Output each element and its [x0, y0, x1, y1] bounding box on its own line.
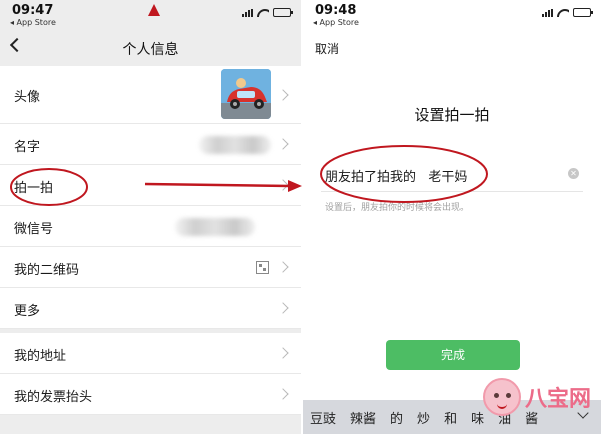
qr-code-icon — [256, 261, 269, 274]
keyboard-candidate[interactable]: 炒 — [410, 408, 437, 427]
pat-hint-text: 设置后，朋友拍你的时候将会出现。 — [325, 203, 470, 213]
profile-row-wechat-id[interactable]: 微信号 — [0, 206, 301, 247]
profile-row-pat[interactable]: 拍一拍 — [0, 165, 301, 206]
right-screen: 09:48 ◂ App Store 取消 设置拍一拍 朋友拍了拍我的 老干妈 ✕… — [303, 0, 601, 434]
row-label: 我的二维码 — [14, 263, 80, 278]
avatar-car-image — [221, 69, 271, 119]
wifi-icon — [257, 9, 269, 17]
row-label: 拍一拍 — [14, 181, 54, 196]
back-to-app-store-link[interactable]: ◂ App Store — [10, 18, 56, 27]
status-icons — [242, 8, 293, 17]
chevron-right-icon — [277, 302, 289, 314]
chevron-right-icon — [277, 179, 289, 191]
done-button[interactable]: 完成 — [386, 340, 520, 370]
status-icons — [542, 8, 593, 17]
status-bar: 09:48 ◂ App Store — [303, 0, 601, 30]
profile-list: 头像 名字 拍一拍 微信号 我的二维码 更多 — [0, 66, 301, 329]
status-time: 09:48 — [315, 3, 357, 18]
keyboard-candidate[interactable]: 辣酱 — [343, 408, 383, 427]
pat-text-value: 朋友拍了拍我的 老干妈 — [325, 170, 468, 185]
cancel-button[interactable]: 取消 — [315, 40, 339, 57]
keyboard-candidate[interactable]: 和 — [437, 408, 464, 427]
avatar — [221, 69, 271, 119]
status-bar: 09:47 ◂ App Store — [0, 0, 301, 30]
keyboard-candidate[interactable]: 的 — [383, 408, 410, 427]
cellular-signal-icon — [542, 8, 553, 17]
row-label: 头像 — [14, 90, 41, 105]
cellular-signal-icon — [242, 8, 253, 17]
keyboard-candidate[interactable]: 豆豉 — [303, 408, 343, 427]
chevron-right-icon — [277, 261, 289, 273]
pat-text-field[interactable]: 朋友拍了拍我的 老干妈 ✕ — [321, 158, 583, 192]
blurred-value — [175, 218, 255, 236]
profile-list-secondary: 我的地址 我的发票抬头 — [0, 333, 301, 415]
back-to-app-store-link[interactable]: ◂ App Store — [313, 18, 359, 27]
pat-settings-title: 设置拍一拍 — [414, 106, 490, 124]
wifi-icon — [557, 9, 569, 17]
row-label: 我的发票抬头 — [14, 390, 93, 405]
clear-icon[interactable]: ✕ — [568, 168, 579, 179]
row-label: 我的地址 — [14, 349, 67, 364]
status-time: 09:47 — [12, 3, 54, 18]
profile-row-invoice[interactable]: 我的发票抬头 — [0, 374, 301, 415]
chevron-right-icon — [277, 347, 289, 359]
chevron-right-icon — [277, 388, 289, 400]
row-label: 微信号 — [14, 222, 54, 237]
watermark-logo: 八宝网 — [482, 378, 591, 416]
page-title: 个人信息 — [122, 42, 179, 58]
battery-icon — [273, 8, 293, 17]
navigation-bar: 个人信息 — [0, 30, 301, 66]
blurred-value — [199, 136, 271, 154]
left-screen: 09:47 ◂ App Store 个人信息 头像 名字 拍一拍 微信号 我的二… — [0, 0, 301, 434]
profile-row-avatar[interactable]: 头像 — [0, 66, 301, 124]
mascot-face-icon — [482, 378, 521, 416]
row-label: 更多 — [14, 304, 41, 319]
profile-row-address[interactable]: 我的地址 — [0, 333, 301, 374]
watermark-text: 八宝网 — [524, 387, 591, 412]
battery-icon — [573, 8, 593, 17]
profile-row-name[interactable]: 名字 — [0, 124, 301, 165]
row-label: 名字 — [14, 140, 41, 155]
chevron-right-icon — [277, 138, 289, 150]
chevron-right-icon — [277, 89, 289, 101]
profile-row-qr-code[interactable]: 我的二维码 — [0, 247, 301, 288]
profile-row-more[interactable]: 更多 — [0, 288, 301, 329]
